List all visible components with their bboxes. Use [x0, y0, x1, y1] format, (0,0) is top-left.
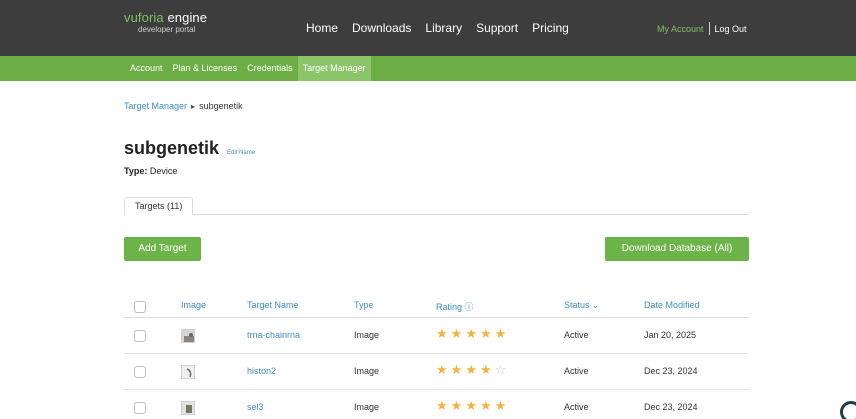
tab-targets[interactable]: Targets (11)	[124, 197, 194, 215]
logo-subtitle: developer portal	[138, 25, 196, 34]
star-filled-icon: ★	[450, 398, 463, 413]
target-status: Active	[564, 330, 589, 340]
star-filled-icon: ★	[494, 326, 507, 341]
target-name-link[interactable]: histon2	[247, 366, 276, 376]
nav-pricing[interactable]: Pricing	[532, 20, 569, 36]
header-status[interactable]: Status ⌄	[564, 300, 599, 310]
table-row[interactable]: trna-chainrna Image ★ ★ ★ ★ ★ Active Jan 20,…	[124, 318, 749, 354]
star-filled-icon: ★	[479, 326, 492, 341]
header-target-name[interactable]: Target Name	[247, 300, 299, 310]
my-account-link[interactable]: My Account	[657, 24, 704, 34]
star-filled-icon: ★	[465, 326, 477, 341]
breadcrumb-target-manager-link[interactable]: Target Manager	[124, 101, 187, 111]
rating-stars: ★ ★ ★ ★ ★	[436, 327, 506, 341]
target-thumbnail[interactable]	[181, 329, 195, 343]
target-date: Dec 23, 2024	[644, 366, 698, 376]
breadcrumb: Target Manager ▸ subgenetik	[124, 101, 243, 111]
breadcrumb-arrow-icon: ▸	[191, 101, 196, 111]
type-label: Type:	[124, 166, 148, 176]
star-filled-icon: ★	[465, 362, 477, 377]
thumbnail-image-icon	[182, 402, 194, 414]
table-header: Image Target Name Type Rating ⓘ Status ⌄…	[124, 296, 749, 318]
account-divider	[708, 22, 710, 35]
star-filled-icon: ★	[479, 362, 492, 377]
header-rating[interactable]: Rating ⓘ	[436, 300, 474, 313]
star-filled-icon: ★	[465, 398, 477, 413]
subnav-account[interactable]: Account	[124, 56, 168, 81]
edit-name-link[interactable]: Edit Name	[227, 150, 255, 156]
page-title: subgenetik	[124, 138, 220, 158]
database-type: Type: Device	[124, 166, 177, 176]
header-image: Image	[181, 300, 207, 310]
row-checkbox[interactable]	[134, 402, 146, 414]
star-filled-icon: ★	[450, 326, 463, 341]
type-value: Device	[149, 166, 178, 176]
corner-badge-icon[interactable]	[840, 401, 856, 419]
top-navigation-bar: vuforia engine developer portal Home Dow…	[0, 0, 856, 56]
star-filled-icon: ★	[479, 398, 492, 413]
target-status: Active	[564, 402, 589, 412]
header-date-modified[interactable]: Date Modified	[644, 300, 700, 310]
table-row[interactable]: histon2 Image ★ ★ ★ ★ ☆ Active Dec 23, 2024	[124, 354, 749, 390]
nav-home[interactable]: Home	[306, 20, 338, 36]
logo-engine-text: engine	[167, 10, 208, 25]
nav-downloads[interactable]: Downloads	[352, 20, 411, 36]
target-type: Image	[354, 402, 380, 412]
thumbnail-image-icon	[182, 366, 194, 378]
target-name-link[interactable]: sel3	[247, 402, 264, 412]
account-links: My Account Log Out	[657, 22, 747, 35]
download-database-button[interactable]: Download Database (All)	[605, 237, 749, 261]
row-checkbox[interactable]	[134, 330, 146, 342]
log-out-link[interactable]: Log Out	[715, 24, 747, 34]
target-thumbnail[interactable]	[181, 401, 195, 415]
header-status-label: Status	[564, 300, 590, 310]
table-row[interactable]: sel3 Image ★ ★ ★ ★ ★ Active Dec 23, 2024	[124, 390, 749, 419]
select-all-checkbox[interactable]	[134, 301, 146, 313]
star-filled-icon: ★	[450, 362, 463, 377]
subnav-target-manager[interactable]: Target Manager	[297, 56, 371, 81]
thumbnail-image-icon	[182, 330, 194, 342]
star-empty-icon: ☆	[494, 362, 507, 377]
chevron-down-icon: ⌄	[592, 301, 599, 310]
logo-vuforia-text: vuforia	[124, 10, 164, 25]
nav-support[interactable]: Support	[476, 20, 518, 36]
target-name-link[interactable]: trna-chainrna	[247, 330, 300, 340]
star-filled-icon: ★	[494, 398, 507, 413]
rating-stars: ★ ★ ★ ★ ★	[436, 399, 506, 413]
target-status: Active	[564, 366, 589, 376]
vuforia-logo[interactable]: vuforia engine developer portal	[124, 10, 207, 35]
star-filled-icon: ★	[436, 398, 448, 413]
target-thumbnail[interactable]	[181, 365, 195, 379]
star-filled-icon: ★	[436, 326, 448, 341]
main-nav: Home Downloads Library Support Pricing	[306, 20, 569, 36]
target-type: Image	[354, 330, 380, 340]
header-type[interactable]: Type	[354, 300, 374, 310]
target-type: Image	[354, 366, 380, 376]
star-filled-icon: ★	[436, 362, 448, 377]
tabs-divider	[124, 214, 749, 215]
nav-library[interactable]: Library	[425, 20, 462, 36]
target-date: Dec 23, 2024	[644, 402, 698, 412]
breadcrumb-current: subgenetik	[199, 101, 243, 111]
add-target-button[interactable]: Add Target	[124, 237, 201, 261]
rating-stars: ★ ★ ★ ★ ☆	[436, 363, 506, 377]
header-rating-label: Rating	[436, 302, 463, 312]
subnav-plan-licenses[interactable]: Plan & Licenses	[168, 56, 243, 81]
sub-navigation-bar: Account Plan & Licenses Credentials Targ…	[0, 56, 856, 81]
subnav-credentials[interactable]: Credentials	[242, 56, 298, 81]
target-date: Jan 20, 2025	[644, 330, 697, 340]
row-checkbox[interactable]	[134, 366, 146, 378]
info-icon[interactable]: ⓘ	[465, 302, 474, 312]
